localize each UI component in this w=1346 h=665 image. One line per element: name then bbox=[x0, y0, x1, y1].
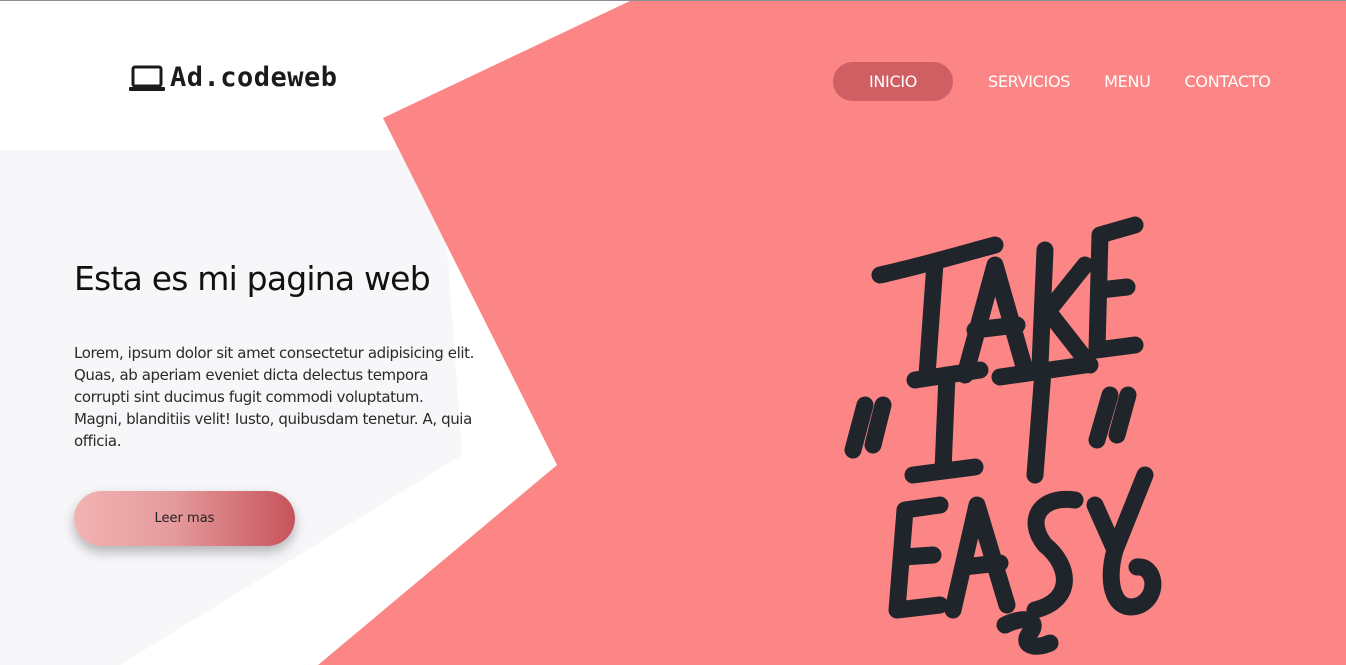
logo-text: Ad.codeweb bbox=[170, 62, 338, 93]
nav-item-inicio[interactable]: INICIO bbox=[833, 62, 953, 101]
hero-title: Esta es mi pagina web bbox=[74, 259, 431, 298]
graffiti-lettering bbox=[844, 216, 1162, 655]
top-border bbox=[0, 0, 1346, 1]
laptop-icon bbox=[129, 65, 165, 91]
read-more-button[interactable]: Leer mas bbox=[74, 491, 295, 546]
nav-item-servicios[interactable]: SERVICIOS bbox=[988, 62, 1070, 101]
take-it-easy-artwork bbox=[844, 216, 1162, 655]
logo[interactable]: Ad.codeweb bbox=[128, 62, 338, 94]
hero-description: Lorem, ipsum dolor sit amet consectetur … bbox=[74, 344, 474, 450]
nav-item-menu[interactable]: MENU bbox=[1104, 62, 1151, 101]
landing-page: Ad.codeweb INICIO SERVICIOS MENU CONTACT… bbox=[0, 0, 1346, 665]
nav-item-contacto[interactable]: CONTACTO bbox=[1185, 62, 1271, 101]
main-nav: INICIO SERVICIOS MENU CONTACTO bbox=[833, 62, 1271, 101]
